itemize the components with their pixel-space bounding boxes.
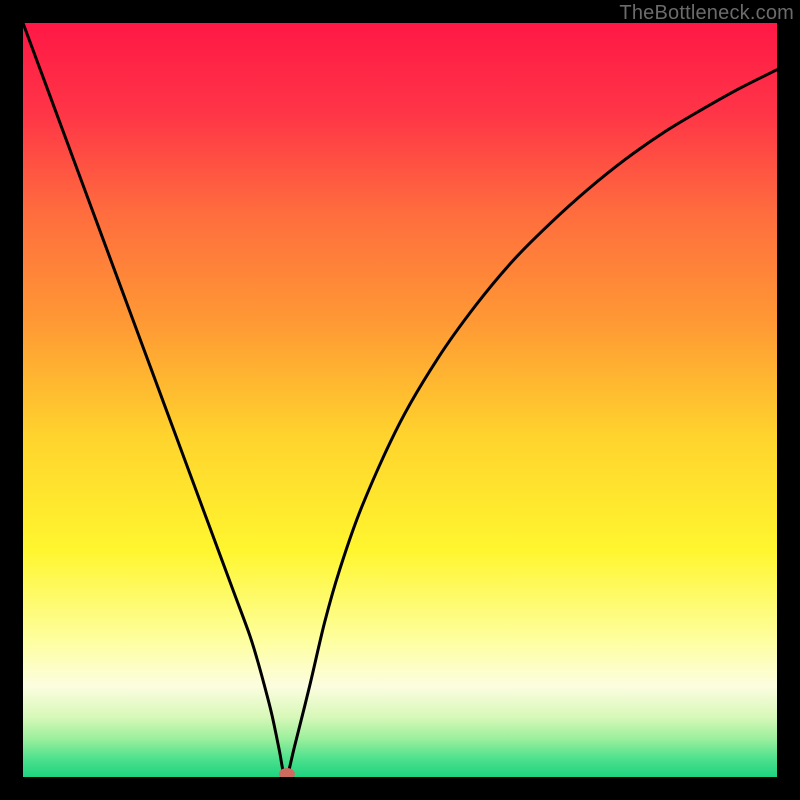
bottleneck-chart: [23, 23, 777, 777]
gradient-background: [23, 23, 777, 777]
watermark-text: TheBottleneck.com: [619, 2, 794, 25]
plot-frame: [23, 23, 777, 777]
